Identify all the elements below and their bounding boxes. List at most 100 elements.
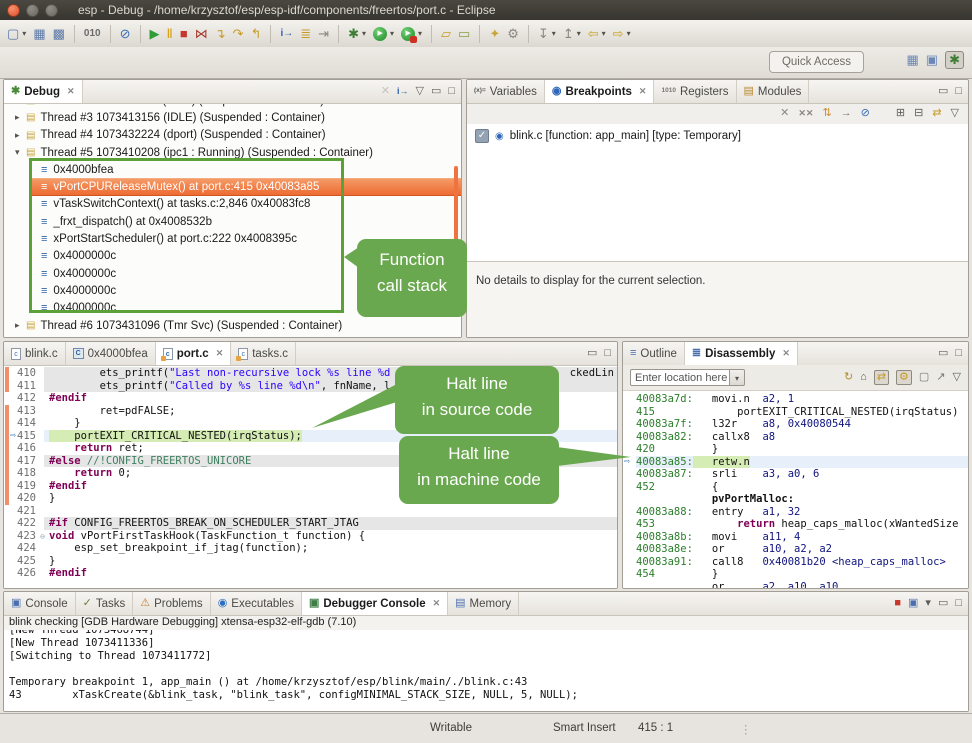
debug-perspective-icon[interactable]: ✱ [945,51,964,69]
next-annotation-icon[interactable]: ↧ [538,27,549,40]
line-number[interactable]: 419 [17,480,36,493]
disassembly-line[interactable]: 40083a87: srli a3, a0, 6 [623,468,968,481]
instruction-stepping-icon[interactable]: i→ [280,29,293,39]
view-tab-console[interactable]: ▣Console [4,592,76,615]
remove-all-breakpoints-icon[interactable]: ✕✕ [798,109,813,118]
open-resource-icon[interactable]: ▭ [458,27,470,40]
stack-frame-row[interactable]: ≡_frxt_dispatch() at 0x4008532b [4,213,461,230]
code-line[interactable]: 412#endif [4,392,617,405]
disassembly-line[interactable]: pvPortMalloc: [623,493,968,506]
step-into-icon[interactable]: ↴ [215,27,226,40]
run-config-gears-icon[interactable]: ⚙ [507,27,519,40]
open-new-view-icon[interactable]: ↗ [936,372,945,383]
line-number[interactable]: 414 [17,417,36,430]
home-icon[interactable]: ⌂ [860,372,867,383]
line-number[interactable]: 422 [17,517,36,530]
console-output[interactable]: [New Thread 1073468744][New Thread 10734… [4,630,968,711]
view-tab-breakpoints[interactable]: ◉Breakpoints✕ [545,80,655,103]
code-line[interactable]: ⇨415 portEXIT_CRITICAL_NESTED(irqStatus)… [4,430,617,443]
view-menu-icon[interactable]: ▽ [953,372,961,383]
disassembly-line[interactable]: or a2, a10, a10 [623,581,968,589]
code-line[interactable]: 422#if CONFIG_FREERTOS_BREAK_ON_SCHEDULE… [4,517,617,530]
step-return-icon[interactable]: ↰ [251,27,262,40]
debug-icon[interactable]: ✱ [348,27,359,40]
disassembly-line[interactable]: 40083a8e: or a10, a2, a2 [623,543,968,556]
line-number[interactable]: 411 [17,380,36,393]
minimize-icon[interactable]: ▭ [938,598,948,609]
location-input[interactable]: Enter location here [630,369,730,386]
disassembly-line[interactable]: 40083a7d: movi.n a2, 1 [623,393,968,406]
disassembly-line[interactable]: ⇨40083a85: retw.n [623,456,968,469]
collapse-arrow-icon[interactable]: ▾ [15,147,26,158]
code-line[interactable]: 416 return ret; [4,442,617,455]
stack-frame-row[interactable]: ≡xPortStartScheduler() at port.c:222 0x4… [4,230,461,247]
display-selected-console-icon[interactable]: ▣ [908,598,918,609]
stack-frame-row[interactable]: ≡0x4000bfea [4,161,461,178]
maximize-icon[interactable]: □ [955,86,962,97]
view-menu-icon[interactable]: ▽ [415,86,423,97]
maximize-icon[interactable]: □ [448,86,455,97]
terminate-icon[interactable]: ■ [180,27,188,40]
view-tab-debug[interactable]: ✱Debug✕ [4,80,83,103]
editor-tab-port-c[interactable]: cport.c✕ [156,342,232,365]
expand-arrow-icon[interactable]: ▸ [15,112,26,123]
disassembly-line[interactable]: 40083a88: entry a1, 32 [623,506,968,519]
stack-frame-row[interactable]: ≡0x4000000c [4,282,461,299]
forward-history-dropdown-icon[interactable]: ▾ [627,29,631,38]
stack-frame-row[interactable]: ≡vPortCPUReleaseMutex() at port.c:415 0x… [30,178,461,195]
external-tools-icon[interactable]: ▶ [401,27,415,41]
line-number[interactable]: 417 [17,455,36,468]
view-tab-outline[interactable]: ≡Outline [623,342,685,365]
quick-access-button[interactable]: Quick Access [769,51,864,73]
line-number[interactable]: 413 [17,405,36,418]
debug-dropdown-icon[interactable]: ▾ [362,29,366,38]
view-tab-executables[interactable]: ◉Executables [211,592,302,615]
code-line[interactable]: 420} [4,492,617,505]
line-number[interactable]: 412 [17,392,36,405]
view-tab-memory[interactable]: ▤Memory [448,592,519,615]
view-tab-modules[interactable]: ▤Modules [737,80,810,103]
code-line[interactable]: 410 ets_printf("Last non-recursive lock … [4,367,617,380]
link-with-debug-view-icon[interactable]: ⇄ [932,108,941,119]
run-dropdown-icon[interactable]: ▾ [390,29,394,38]
skip-all-breakpoints-icon[interactable]: ⊘ [861,108,870,119]
line-number[interactable]: 418 [17,467,36,480]
minimize-icon[interactable]: ▭ [587,348,597,359]
skip-all-breakpoints-icon[interactable]: ⊘ [120,27,131,40]
previous-annotation-icon[interactable]: ↥ [563,27,574,40]
disassembly-line[interactable]: 40083a7f: l32r a8, 0x40080544 [623,418,968,431]
save-all-icon[interactable]: ▩ [53,27,65,40]
window-close-button[interactable] [7,4,20,17]
disassembly-line[interactable]: 40083a82: callx8 a8 [623,431,968,444]
goto-file-for-breakpoint-icon[interactable]: → [841,108,852,119]
run-icon[interactable]: ▶ [373,27,387,41]
line-number[interactable]: 415 [17,430,36,443]
back-history-icon[interactable]: ⇦ [588,27,599,40]
breakpoint-row[interactable]: ✓ ◉ blink.c [function: app_main] [type: … [475,128,968,144]
open-perspective-icon[interactable]: ▦ [907,52,919,68]
sort-breakpoints-icon[interactable]: ⇅ [822,108,831,119]
back-history-dropdown-icon[interactable]: ▾ [602,29,606,38]
link-with-active-debug-context-icon[interactable]: ⇄ [874,370,889,385]
code-line[interactable]: 417#else //!CONFIG_FREERTOS_UNICORE [4,455,617,468]
remove-all-terminated-icon[interactable]: ✕ [381,86,390,97]
disassembly-listing[interactable]: 40083a7d: movi.n a2, 1415 portEXIT_CRITI… [623,391,968,588]
view-menu-icon[interactable]: ▽ [951,108,959,119]
show-source-icon[interactable]: ⚙ [896,370,912,385]
editor-tab-tasks-c[interactable]: ctasks.c [231,342,296,365]
debug-thread-row[interactable]: ▸▤Thread #6 1073431096 (Tmr Svc) (Suspen… [4,317,461,334]
disassembly-line[interactable]: 40083a91: call8 0x40081b20 <heap_caps_ma… [623,556,968,569]
view-tab-registers[interactable]: 1010Registers [654,80,736,103]
debug-thread-row[interactable]: ▾▤Thread #5 1073410208 (ipc1 : Running) … [4,144,461,161]
code-line[interactable]: 426#endif [4,567,617,580]
refresh-icon[interactable]: ↻ [844,372,853,383]
drop-to-frame-icon[interactable]: ≣ [300,27,311,40]
maximize-icon[interactable]: □ [955,348,962,359]
line-number[interactable]: 421 [17,505,36,518]
close-tab-icon[interactable]: ✕ [639,86,647,97]
previous-annotation-dropdown-icon[interactable]: ▾ [577,29,581,38]
stack-frame-row[interactable]: ≡0x4000000c [4,300,461,317]
view-tab-problems[interactable]: ⚠Problems [133,592,210,615]
line-number[interactable]: 423 [17,530,36,543]
disassembly-line[interactable]: 40083a8b: movi a11, 4 [623,531,968,544]
